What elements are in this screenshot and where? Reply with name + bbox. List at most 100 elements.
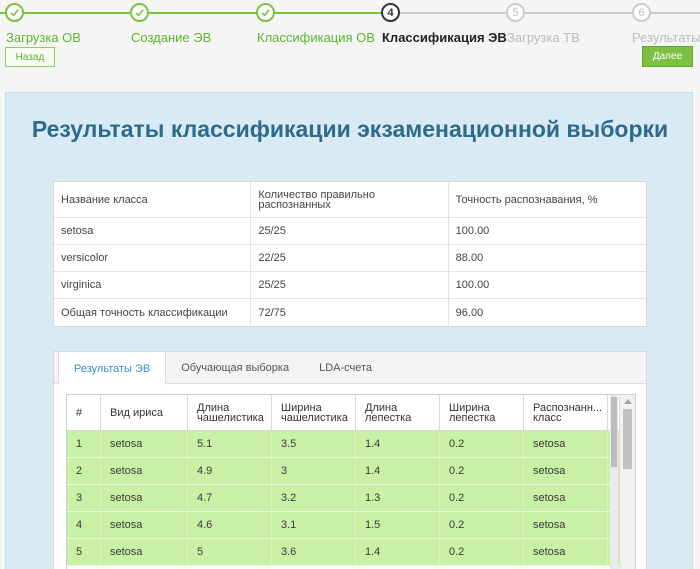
summary-cell: 100.00: [455, 279, 490, 291]
step-6-number: 6: [632, 3, 651, 22]
grid-cell: 4.6: [188, 512, 272, 538]
step-5-label: Загрузка ТВ: [507, 30, 580, 45]
grid-cell: 0.2: [440, 539, 524, 565]
summary-cell: 25/25: [251, 272, 449, 298]
grid-scrollbar-thumb[interactable]: [623, 409, 632, 469]
grid-header-petal-width[interactable]: Ширина лепестка: [440, 395, 524, 430]
grid-cell: 5: [67, 539, 101, 565]
step-1-check-icon[interactable]: [5, 3, 24, 22]
grid-cell: 4.9: [188, 458, 272, 484]
grid-cell: 5.1: [188, 431, 272, 457]
tab-results-ev[interactable]: Результаты ЭВ: [58, 352, 167, 385]
summary-cell: 72/75: [251, 299, 449, 326]
table-row[interactable]: 5 setosa 5 3.6 1.4 0.2 setosa: [67, 539, 635, 566]
table-row[interactable]: 1 setosa 5.1 3.5 1.4 0.2 setosa: [67, 431, 635, 458]
step-2-check-icon[interactable]: [130, 3, 149, 22]
summary-header-correct: Количество правильно распознанных: [251, 182, 449, 217]
grid-cell: 0.2: [440, 512, 524, 538]
column-scrollbar-thumb[interactable]: [611, 397, 617, 467]
summary-cell: 22/25: [251, 245, 449, 271]
grid-vertical-scrollbar[interactable]: [619, 395, 635, 569]
grid-header-sepal-width[interactable]: Ширина чашелистика: [272, 395, 356, 430]
grid-cell: setosa: [101, 539, 188, 565]
grid-header-species[interactable]: Вид ириса: [101, 395, 188, 430]
next-button[interactable]: Далее: [642, 46, 693, 67]
grid-cell: setosa: [524, 485, 608, 511]
summary-header-row: Название класса Количество правильно рас…: [54, 182, 646, 218]
scroll-up-arrow-icon[interactable]: [620, 395, 635, 407]
table-row[interactable]: 2 setosa 4.9 3 1.4 0.2 setosa: [67, 458, 635, 485]
step-2-label[interactable]: Создание ЭВ: [131, 30, 211, 45]
step-connector: [149, 12, 256, 14]
grid-header-predicted-class[interactable]: Распознанн... класс: [524, 395, 608, 430]
grid-cell: 4.7: [188, 485, 272, 511]
summary-row: setosa 25/25 100.00: [54, 218, 646, 245]
step-4-number: 4: [381, 3, 400, 22]
grid-cell: setosa: [524, 512, 608, 538]
summary-cell: versicolor: [54, 245, 252, 271]
tab-bar: Результаты ЭВ Обучающая выборка LDA-счет…: [54, 352, 646, 385]
grid-cell: 1.3: [356, 485, 440, 511]
summary-cell: 100.00: [455, 225, 490, 237]
tab-training-sample[interactable]: Обучающая выборка: [166, 352, 304, 384]
step-3-check-icon[interactable]: [256, 3, 275, 22]
summary-header-accuracy: Точность распознавания, %: [455, 193, 598, 206]
summary-row: virginica 25/25 100.00: [54, 272, 646, 299]
grid-cell: 4: [67, 512, 101, 538]
step-connector: [400, 12, 506, 14]
wizard-stepper: 4 5 6 Загрузка ОВ Создание ЭВ Классифика…: [0, 0, 700, 90]
step-connector: [651, 12, 700, 14]
step-4-label: Классификация ЭВ: [382, 30, 507, 45]
grid-cell: 1.4: [356, 458, 440, 484]
summary-table: Название класса Количество правильно рас…: [53, 181, 647, 327]
page-title: Результаты классификации экзаменационной…: [31, 116, 669, 142]
summary-cell: 88.00: [455, 252, 484, 264]
step-connector: [275, 12, 381, 14]
summary-cell: 25/25: [251, 218, 449, 244]
grid-cell: 1: [67, 431, 101, 457]
tab-lda-scores[interactable]: LDA-счета: [304, 352, 387, 384]
grid-cell: 3: [272, 458, 356, 484]
grid-cell: 5: [188, 539, 272, 565]
table-row[interactable]: 3 setosa 4.7 3.2 1.3 0.2 setosa: [67, 485, 635, 512]
summary-cell: 96.00: [455, 306, 484, 319]
back-button[interactable]: Назад: [5, 47, 55, 67]
grid-header-row: # Вид ириса Длина чашелистика Ширина чаш…: [67, 395, 635, 431]
table-row[interactable]: 4 setosa 4.6 3.1 1.5 0.2 setosa: [67, 512, 635, 539]
results-grid: # Вид ириса Длина чашелистика Ширина чаш…: [66, 394, 636, 569]
grid-cell: setosa: [101, 485, 188, 511]
summary-cell: virginica: [54, 272, 252, 298]
grid-cell: 1.5: [356, 512, 440, 538]
grid-cell: 0.2: [440, 485, 524, 511]
summary-row: versicolor 22/25 88.00: [54, 245, 646, 272]
step-connector: [525, 12, 632, 14]
grid-cell: setosa: [101, 431, 188, 457]
grid-cell: setosa: [524, 458, 608, 484]
grid-cell: 1.4: [356, 539, 440, 565]
tabs-card: Результаты ЭВ Обучающая выборка LDA-счет…: [53, 351, 647, 569]
summary-header-class: Название класса: [54, 182, 252, 217]
grid-cell: 3.1: [272, 512, 356, 538]
step-5-number: 5: [506, 3, 525, 22]
grid-cell: setosa: [524, 539, 608, 565]
step-3-label[interactable]: Классификация ОВ: [257, 30, 375, 45]
grid-cell: 3.5: [272, 431, 356, 457]
grid-cell: 0.2: [440, 458, 524, 484]
grid-cell: 3.2: [272, 485, 356, 511]
grid-cell: 3: [67, 485, 101, 511]
summary-cell: setosa: [54, 218, 252, 244]
step-6-label: Результаты: [632, 30, 700, 45]
summary-cell: Общая точность классификации: [54, 299, 252, 326]
grid-cell: setosa: [101, 458, 188, 484]
grid-header-index[interactable]: #: [67, 395, 101, 430]
summary-total-row: Общая точность классификации 72/75 96.00: [54, 299, 646, 326]
grid-header-petal-length[interactable]: Длина лепестка: [356, 395, 440, 430]
grid-header-sepal-length[interactable]: Длина чашелистика: [188, 395, 272, 430]
results-panel: Результаты классификации экзаменационной…: [5, 92, 693, 569]
grid-cell: 1.4: [356, 431, 440, 457]
column-scrollbar[interactable]: [610, 395, 618, 569]
step-1-label[interactable]: Загрузка ОВ: [6, 30, 81, 45]
grid-cell: 0.2: [440, 431, 524, 457]
grid-cell: 3.6: [272, 539, 356, 565]
grid-cell: 2: [67, 458, 101, 484]
